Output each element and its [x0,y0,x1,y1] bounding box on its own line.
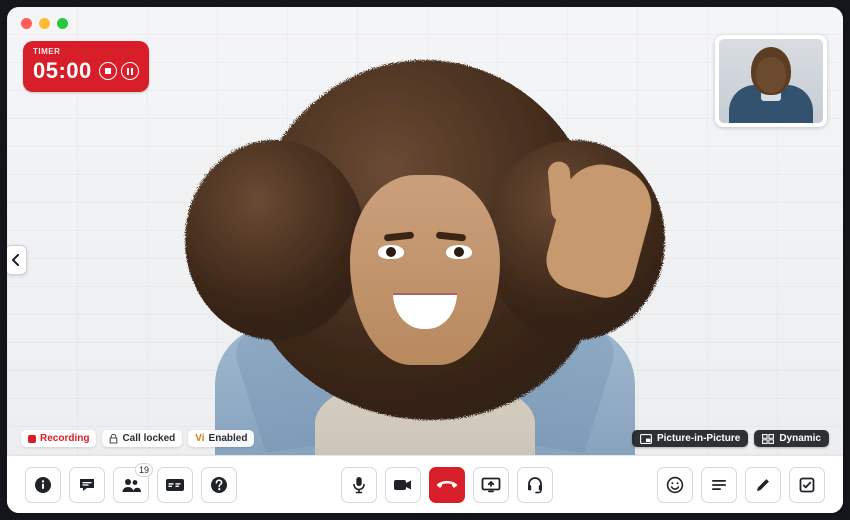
chat-icon [78,476,96,494]
window-minimize-button[interactable] [39,18,50,29]
participants-button[interactable]: 19 [113,467,149,503]
tasks-button[interactable] [789,467,825,503]
window-zoom-button[interactable] [57,18,68,29]
timer-value: 05:00 [33,58,92,84]
camera-button[interactable] [385,467,421,503]
share-screen-button[interactable] [473,467,509,503]
chat-button[interactable] [69,467,105,503]
recording-chip-label: Recording [40,433,89,444]
toolbar-left-group: 19 [25,467,237,503]
notes-icon [711,478,727,492]
remote-participant-figure [165,45,685,455]
window-close-button[interactable] [21,18,32,29]
microphone-icon [351,476,367,494]
window-controls [21,18,68,29]
self-video [719,39,823,123]
toolbar-center-group [341,467,553,503]
draw-button[interactable] [745,467,781,503]
grid-icon [762,434,774,444]
headset-icon [526,476,544,494]
cc-icon [165,478,185,492]
checkbox-icon [799,477,815,493]
share-screen-icon [481,477,501,493]
call-toolbar: 19 [7,455,843,513]
info-button[interactable] [25,467,61,503]
help-button[interactable] [201,467,237,503]
sidebar-expand-handle[interactable] [7,245,27,275]
captions-button[interactable] [157,467,193,503]
audio-output-button[interactable] [517,467,553,503]
reactions-button[interactable] [657,467,693,503]
chevron-left-icon [11,254,21,266]
notes-button[interactable] [701,467,737,503]
participants-icon [121,477,141,493]
status-chips-left: Recording Call locked Vi Enabled [21,430,254,447]
timer-stop-button[interactable] [99,62,117,80]
recording-indicator-icon [28,435,36,443]
call-locked-chip[interactable]: Call locked [102,430,182,447]
pencil-icon [755,477,771,493]
dynamic-layout-button[interactable]: Dynamic [754,430,829,447]
pip-button-label: Picture-in-Picture [657,433,740,444]
pause-icon [127,68,133,75]
vi-prefix: Vi [195,433,204,444]
info-icon [34,476,52,494]
camera-icon [393,478,413,492]
help-icon [210,476,228,494]
timer-pause-button[interactable] [121,62,139,80]
timer-label: TIMER [33,47,139,56]
video-call-window: TIMER 05:00 Recording [7,7,843,513]
hangup-button[interactable] [429,467,465,503]
picture-in-picture-button[interactable]: Picture-in-Picture [632,430,748,447]
hangup-icon [436,479,458,491]
participants-badge: 19 [135,463,153,477]
smile-icon [666,476,684,494]
pip-icon [640,434,652,444]
dynamic-button-label: Dynamic [779,433,821,444]
call-locked-label: Call locked [122,433,175,444]
recording-chip[interactable]: Recording [21,430,96,447]
view-chips-right: Picture-in-Picture Dynamic [632,430,829,447]
microphone-button[interactable] [341,467,377,503]
toolbar-right-group [657,467,825,503]
stop-icon [105,68,111,74]
self-view-pip[interactable] [715,35,827,127]
vi-enabled-label: Enabled [209,433,248,444]
recording-timer: TIMER 05:00 [23,41,149,92]
lock-icon [109,434,118,444]
vi-enabled-chip[interactable]: Vi Enabled [188,430,254,447]
